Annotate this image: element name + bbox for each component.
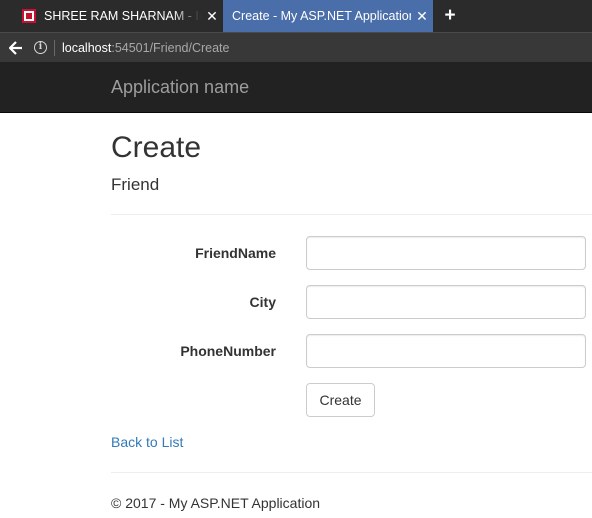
browser-tab-strip: SHREE RAM SHARNAM - Inte ✕ Create - My A… bbox=[0, 0, 592, 32]
back-arrow-icon[interactable] bbox=[3, 34, 29, 62]
close-tab-icon[interactable]: ✕ bbox=[201, 8, 223, 25]
navbar-brand-link[interactable]: Application name bbox=[111, 77, 249, 98]
address-bar: i localhost:54501/Friend/Create bbox=[0, 32, 592, 62]
url-path[interactable]: :54501/Friend/Create bbox=[111, 41, 229, 55]
friend-name-label: FriendName bbox=[195, 245, 276, 261]
divider bbox=[111, 214, 592, 215]
create-button[interactable]: Create bbox=[306, 383, 375, 417]
url-separator bbox=[54, 39, 55, 56]
close-tab-icon[interactable]: ✕ bbox=[411, 8, 433, 25]
city-input[interactable] bbox=[306, 285, 586, 319]
site-info-icon[interactable]: i bbox=[34, 41, 47, 54]
page-title: Create bbox=[111, 131, 202, 164]
favicon-mark bbox=[26, 13, 32, 19]
phone-number-input[interactable] bbox=[306, 334, 586, 368]
url-host[interactable]: localhost bbox=[62, 41, 111, 55]
tab-title: Create - My ASP.NET Application bbox=[232, 9, 411, 23]
site-favicon-icon bbox=[22, 9, 36, 23]
city-label: City bbox=[249, 294, 276, 310]
page-subtitle: Friend bbox=[111, 175, 160, 194]
back-to-list-link[interactable]: Back to List bbox=[111, 434, 183, 450]
footer-copyright: © 2017 - My ASP.NET Application bbox=[111, 495, 321, 511]
footer-divider bbox=[111, 472, 592, 473]
browser-tab-create[interactable]: Create - My ASP.NET Application ✕ bbox=[223, 0, 433, 32]
friend-name-input[interactable] bbox=[306, 236, 586, 270]
browser-tab-shree-ram-sharnam[interactable]: SHREE RAM SHARNAM - Inte ✕ bbox=[0, 0, 223, 32]
app-navbar: Application name bbox=[0, 62, 592, 113]
phone-number-label: PhoneNumber bbox=[180, 343, 276, 359]
tab-title: SHREE RAM SHARNAM - Inte bbox=[44, 9, 201, 23]
new-tab-plus-icon[interactable]: + bbox=[440, 6, 460, 26]
back-arrow-svg bbox=[9, 40, 22, 55]
